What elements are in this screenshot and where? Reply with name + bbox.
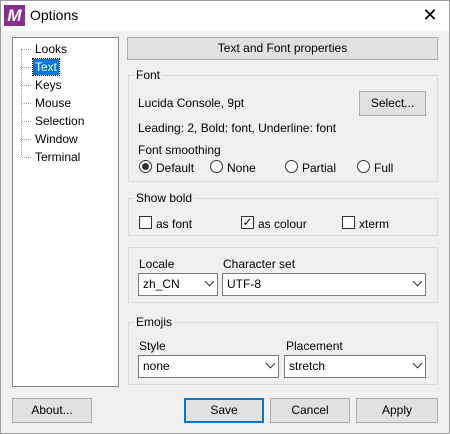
as-font-label: as font <box>156 217 193 231</box>
emoji-style-select[interactable]: none <box>138 355 279 378</box>
locale-value: zh_CN <box>143 277 180 291</box>
placement-label: Placement <box>286 339 343 353</box>
emoji-placement-value: stretch <box>289 359 326 373</box>
emoji-placement-select[interactable]: stretch <box>284 355 426 378</box>
smoothing-full-label: Full <box>374 161 394 175</box>
tree-item-window[interactable]: Window <box>33 131 80 147</box>
locale-select[interactable]: zh_CN <box>138 273 218 296</box>
font-group-label: Font <box>134 68 163 82</box>
xterm-checkbox[interactable] <box>342 216 355 229</box>
panel-header: Text and Font properties <box>127 37 438 60</box>
cancel-button[interactable]: Cancel <box>270 398 350 423</box>
chevron-down-icon <box>412 276 423 287</box>
smoothing-partial-label: Partial <box>302 161 337 175</box>
window-title: Options <box>30 7 79 23</box>
chevron-down-icon <box>412 358 423 369</box>
emojis-label: Emojis <box>134 315 175 329</box>
font-smoothing-label: Font smoothing <box>138 143 221 157</box>
tree-item-looks[interactable]: Looks <box>33 41 69 57</box>
xterm-label: xterm <box>359 217 389 231</box>
tree-item-terminal[interactable]: Terminal <box>33 149 82 165</box>
current-font: Lucida Console, 9pt <box>138 96 245 110</box>
tree-item-selection[interactable]: Selection <box>33 113 86 129</box>
smoothing-default-radio[interactable] <box>139 160 152 173</box>
locale-label: Locale <box>139 257 175 271</box>
apply-button[interactable]: Apply <box>356 398 438 423</box>
smoothing-partial-radio[interactable] <box>285 160 298 173</box>
smoothing-full-radio[interactable] <box>357 160 370 173</box>
smoothing-none-radio[interactable] <box>210 160 223 173</box>
style-label: Style <box>139 339 166 353</box>
tree-item-keys[interactable]: Keys <box>33 77 64 93</box>
category-tree[interactable]: Looks Text Keys Mouse Selection Window T… <box>12 37 119 387</box>
font-details: Leading: 2, Bold: font, Underline: font <box>138 121 337 135</box>
charset-select[interactable]: UTF-8 <box>222 273 426 296</box>
as-colour-label: as colour <box>258 217 307 231</box>
save-button[interactable]: Save <box>184 398 264 423</box>
about-button[interactable]: About... <box>12 398 92 423</box>
close-icon[interactable]: ✕ <box>420 5 440 25</box>
app-icon: M <box>4 5 25 26</box>
show-bold-label: Show bold <box>134 191 195 205</box>
charset-label: Character set <box>223 257 296 271</box>
tree-item-text[interactable]: Text <box>31 58 61 76</box>
charset-value: UTF-8 <box>227 277 261 291</box>
smoothing-none-label: None <box>227 161 256 175</box>
chevron-down-icon <box>204 276 215 287</box>
chevron-down-icon <box>265 358 276 369</box>
select-font-button[interactable]: Select... <box>359 91 426 116</box>
tree-item-mouse[interactable]: Mouse <box>33 95 73 111</box>
as-colour-checkbox[interactable]: ✓ <box>241 216 254 229</box>
emoji-style-value: none <box>143 359 170 373</box>
smoothing-default-label: Default <box>156 161 195 175</box>
as-font-checkbox[interactable] <box>139 216 152 229</box>
